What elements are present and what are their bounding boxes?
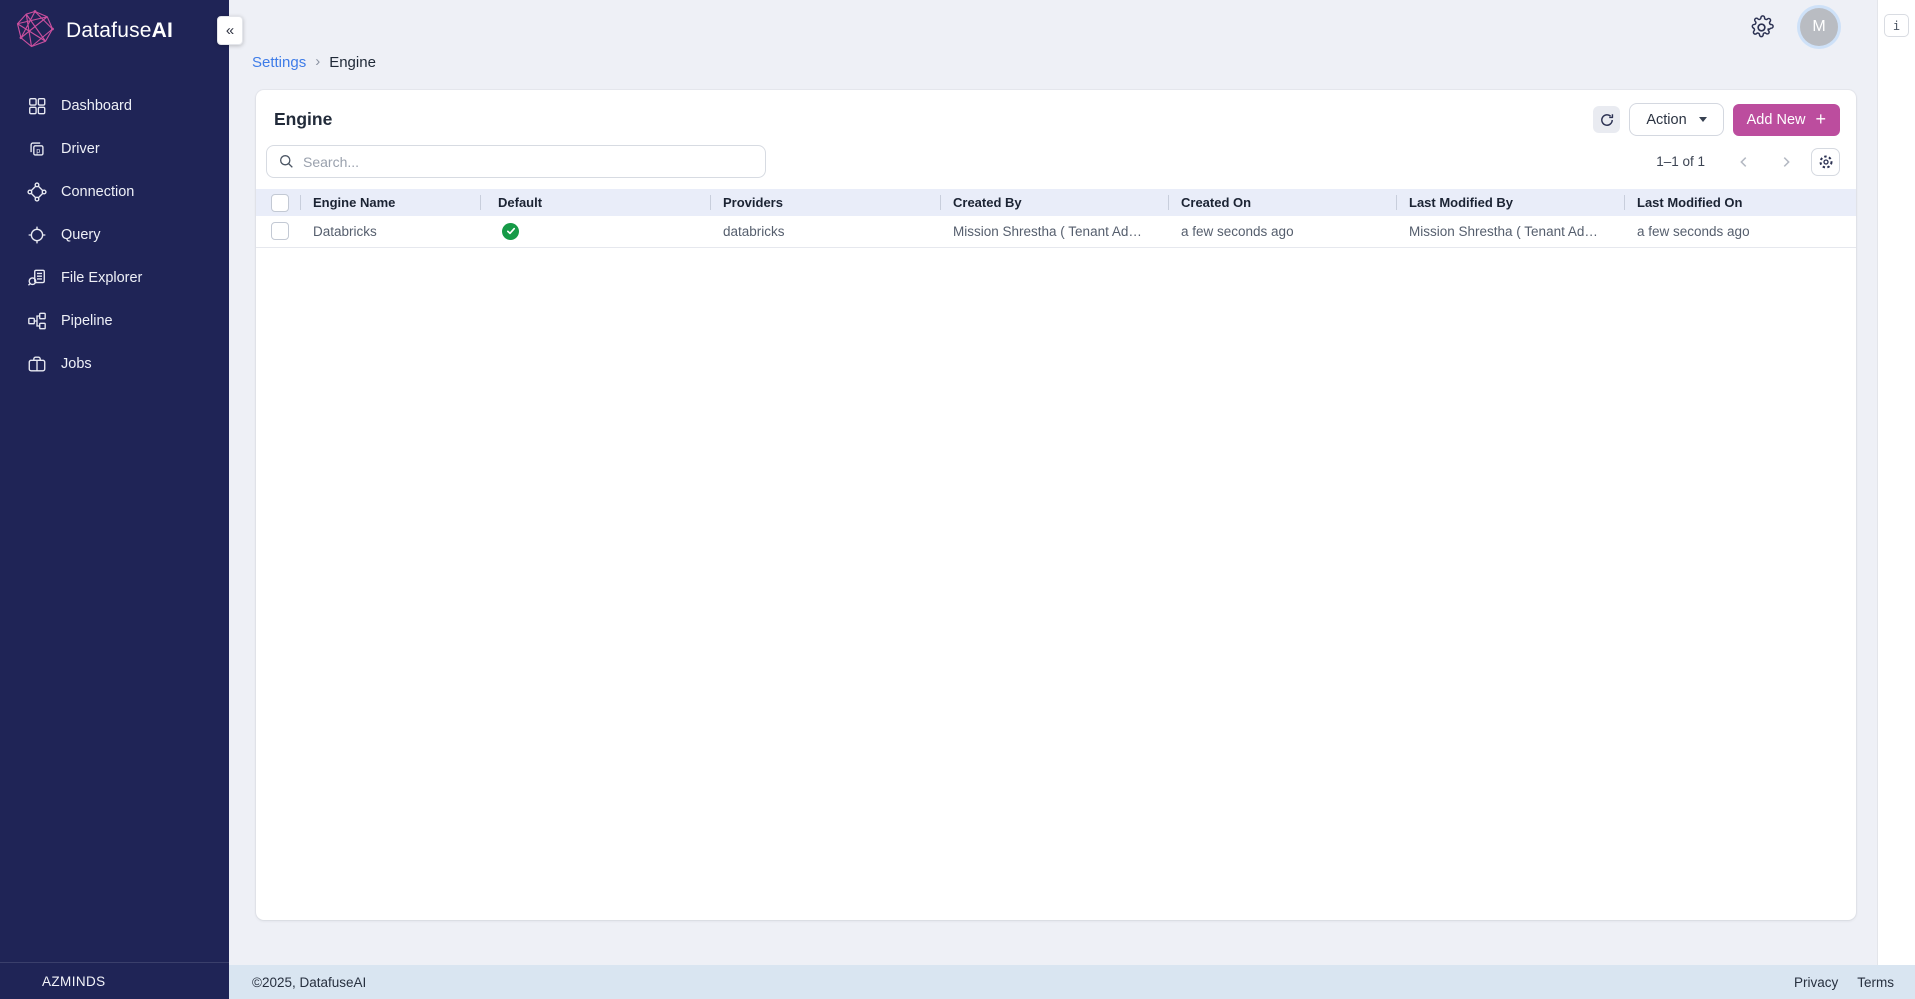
file-explorer-icon (26, 267, 47, 288)
previous-page-button[interactable] (1727, 151, 1761, 173)
brand-name: DatafuseAI (66, 19, 174, 42)
engine-table: Engine Name Default Providers Created By… (256, 189, 1856, 248)
info-button[interactable]: i (1884, 14, 1909, 37)
sidebar-item-label: Query (61, 226, 101, 243)
chevron-right-icon: › (315, 53, 321, 70)
plus-icon: + (1815, 108, 1826, 129)
topbar: M (229, 0, 1877, 48)
column-header-last-modified-by: Last Modified By (1396, 189, 1624, 216)
sidebar-footer-text: AZMINDS (42, 973, 106, 989)
column-header-engine-name: Engine Name (300, 189, 480, 216)
search-input[interactable] (303, 153, 753, 170)
sidebar-item-jobs[interactable]: Jobs (0, 342, 229, 385)
add-new-label: Add New (1746, 111, 1806, 128)
row-checkbox[interactable] (271, 222, 289, 241)
header-actions: Action Add New + (1593, 103, 1840, 136)
action-dropdown[interactable]: Action (1629, 103, 1724, 136)
dashboard-icon (26, 95, 47, 116)
footer-links: Privacy Terms (1794, 975, 1894, 990)
select-all-checkbox[interactable] (271, 193, 289, 212)
right-panel: i (1877, 0, 1915, 965)
card-header: Engine Action Add New + (256, 90, 1856, 142)
driver-icon: p (26, 138, 47, 159)
breadcrumb: Settings › Engine (252, 53, 376, 71)
terms-link[interactable]: Terms (1857, 975, 1894, 990)
add-new-button[interactable]: Add New + (1732, 103, 1840, 136)
sidebar-item-file-explorer[interactable]: File Explorer (0, 256, 229, 299)
sidebar-item-label: Jobs (61, 355, 92, 372)
sidebar-item-label: Driver (61, 140, 100, 157)
brand-logo-icon (14, 9, 56, 54)
query-icon (26, 224, 47, 245)
sidebar-collapse-button[interactable]: « (217, 16, 243, 45)
table-row[interactable]: Databricks databricks Mission Shrestha (… (256, 216, 1856, 248)
column-header-created-on: Created On (1168, 189, 1396, 216)
copyright-text: ©2025, DatafuseAI (252, 974, 367, 990)
pagination-range: 1–1 of 1 (1656, 154, 1705, 169)
pagination: 1–1 of 1 (1656, 147, 1840, 176)
table-header-row: Engine Name Default Providers Created By… (256, 189, 1856, 216)
sidebar-item-label: File Explorer (61, 269, 143, 286)
search-input-wrapper (266, 145, 766, 178)
cell-engine-name: Databricks (300, 216, 480, 248)
jobs-icon (26, 353, 47, 374)
cell-providers: databricks (710, 216, 940, 248)
page-title: Engine (274, 109, 333, 129)
sidebar-footer: AZMINDS (0, 962, 229, 999)
column-header-providers: Providers (710, 189, 940, 216)
default-check-icon (502, 222, 519, 240)
column-header-default: Default (480, 189, 710, 216)
chevron-down-icon (1698, 117, 1707, 122)
table-toolbar: 1–1 of 1 (256, 142, 1856, 189)
sidebar-nav: Dashboard p Driver Connection Query File… (0, 62, 229, 385)
search-icon (279, 154, 294, 169)
sidebar-item-label: Connection (61, 183, 135, 200)
cell-created-on: a few seconds ago (1168, 216, 1396, 248)
column-header-created-by: Created By (940, 189, 1168, 216)
cell-last-modified-on: a few seconds ago (1624, 216, 1856, 248)
sidebar-item-pipeline[interactable]: Pipeline (0, 299, 229, 342)
column-header-last-modified-on: Last Modified On (1624, 189, 1856, 216)
engine-card: Engine Action Add New + Search... 1–1 of… (256, 90, 1856, 920)
refresh-button[interactable] (1593, 106, 1621, 133)
next-page-button[interactable] (1769, 151, 1803, 173)
svg-text:p: p (36, 146, 40, 155)
main-content: M Settings › Engine Engine Action Add Ne… (229, 0, 1877, 965)
action-label: Action (1646, 111, 1687, 128)
privacy-link[interactable]: Privacy (1794, 975, 1838, 990)
page-footer: ©2025, DatafuseAI Privacy Terms (229, 965, 1915, 999)
sidebar-item-query[interactable]: Query (0, 213, 229, 256)
breadcrumb-settings-link[interactable]: Settings (252, 54, 306, 71)
sidebar-item-dashboard[interactable]: Dashboard (0, 84, 229, 127)
sidebar-item-label: Dashboard (61, 97, 132, 114)
table-settings-button[interactable] (1811, 147, 1840, 176)
cell-created-by: Mission Shrestha ( Tenant Ad… (940, 216, 1168, 248)
sidebar-item-driver[interactable]: p Driver (0, 127, 229, 170)
cell-last-modified-by: Mission Shrestha ( Tenant Ad… (1396, 216, 1624, 248)
sidebar-item-connection[interactable]: Connection (0, 170, 229, 213)
settings-gear-button[interactable] (1749, 14, 1774, 40)
avatar[interactable]: M (1800, 8, 1838, 46)
connection-icon (26, 181, 47, 202)
breadcrumb-current: Engine (329, 54, 376, 71)
pipeline-icon (26, 310, 47, 331)
sidebar-item-label: Pipeline (61, 312, 113, 329)
sidebar: DatafuseAI Dashboard p Driver Connection… (0, 0, 229, 999)
brand-logo: DatafuseAI (0, 0, 229, 62)
